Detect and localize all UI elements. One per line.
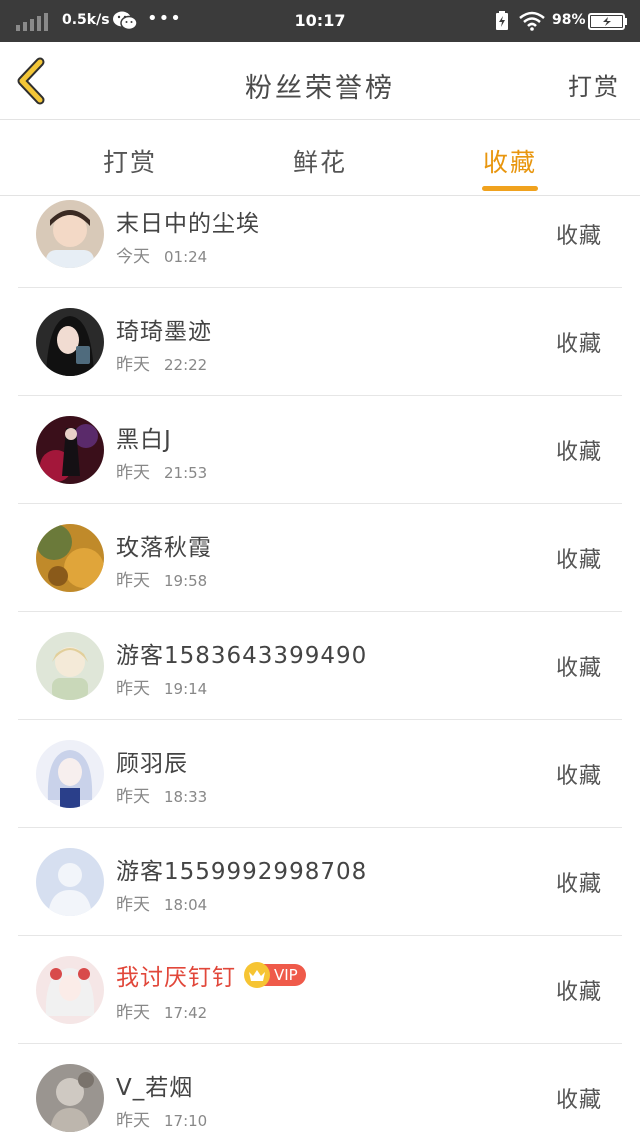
- action-label: 收藏: [555, 332, 602, 357]
- tab-favorites[interactable]: 收藏: [440, 143, 580, 179]
- app-header: 粉丝荣誉榜 打赏: [0, 42, 640, 120]
- battery-percent: 98%: [552, 12, 586, 28]
- action-label: 收藏: [555, 548, 602, 573]
- list-item[interactable]: 顾羽辰 昨天 18:33 收藏: [18, 720, 622, 828]
- tab-flowers[interactable]: 鲜花: [250, 143, 390, 179]
- charging-icon: [496, 11, 508, 30]
- timestamp: 今天 01:24: [116, 247, 208, 267]
- user-name: 琦琦墨迹: [116, 319, 212, 345]
- timestamp: 昨天 22:22: [116, 355, 208, 375]
- avatar: [36, 848, 104, 916]
- action-label: 收藏: [555, 656, 602, 681]
- user-name: 末日中的尘埃: [116, 211, 260, 237]
- avatar: [36, 632, 104, 700]
- crown-icon: [244, 962, 270, 988]
- action-label: 收藏: [555, 440, 602, 465]
- avatar: [36, 740, 104, 808]
- vip-badge: VIP: [244, 962, 306, 988]
- user-name: 玫落秋霞: [116, 535, 212, 561]
- wifi-icon: [519, 11, 545, 31]
- avatar: [36, 200, 104, 268]
- user-name: 顾羽辰: [116, 751, 188, 777]
- action-label: 收藏: [555, 224, 602, 249]
- tab-bar: 打赏 鲜花 收藏: [0, 121, 640, 196]
- tab-tip[interactable]: 打赏: [60, 143, 200, 179]
- fan-list: 末日中的尘埃 今天 01:24 收藏 琦琦墨迹 昨天 22:22 收藏 黑白J 昨天…: [0, 196, 640, 1138]
- user-name: V_若烟: [116, 1075, 194, 1101]
- list-item[interactable]: 游客1559992998708 昨天 18:04 收藏: [18, 828, 622, 936]
- timestamp: 昨天 19:14: [116, 679, 208, 699]
- timestamp: 昨天 21:53: [116, 463, 208, 483]
- active-tab-indicator: [482, 186, 538, 191]
- list-item[interactable]: V_若烟 昨天 17:10 收藏: [18, 1044, 622, 1138]
- timestamp: 昨天 19:58: [116, 571, 208, 591]
- page-title: 粉丝荣誉榜: [245, 73, 395, 104]
- list-item[interactable]: 我讨厌钉钉 VIP 昨天 17:42 收藏: [18, 936, 622, 1044]
- action-label: 收藏: [555, 764, 602, 789]
- avatar: [36, 1064, 104, 1132]
- list-item[interactable]: 黑白J 昨天 21:53 收藏: [18, 396, 622, 504]
- user-name: 黑白J: [116, 427, 172, 453]
- tip-button[interactable]: 打赏: [568, 67, 620, 102]
- avatar: [36, 308, 104, 376]
- action-label: 收藏: [555, 980, 602, 1005]
- status-bar: 0.5k/s ••• 10:17 98%: [0, 0, 640, 42]
- list-item[interactable]: 游客1583643399490 昨天 19:14 收藏: [18, 612, 622, 720]
- battery-icon: [588, 13, 627, 30]
- user-name: 游客1559992998708: [116, 859, 368, 885]
- timestamp: 昨天 18:33: [116, 787, 208, 807]
- user-name: 游客1583643399490: [116, 643, 368, 669]
- timestamp: 昨天 18:04: [116, 895, 208, 915]
- list-item[interactable]: 玫落秋霞 昨天 19:58 收藏: [18, 504, 622, 612]
- action-label: 收藏: [555, 872, 602, 897]
- timestamp: 昨天 17:10: [116, 1111, 208, 1131]
- list-item[interactable]: 末日中的尘埃 今天 01:24 收藏: [18, 196, 622, 288]
- avatar: [36, 416, 104, 484]
- user-name: 我讨厌钉钉: [116, 965, 236, 991]
- avatar: [36, 524, 104, 592]
- timestamp: 昨天 17:42: [116, 1003, 208, 1023]
- list-item[interactable]: 琦琦墨迹 昨天 22:22 收藏: [18, 288, 622, 396]
- avatar: [36, 956, 104, 1024]
- action-label: 收藏: [555, 1088, 602, 1113]
